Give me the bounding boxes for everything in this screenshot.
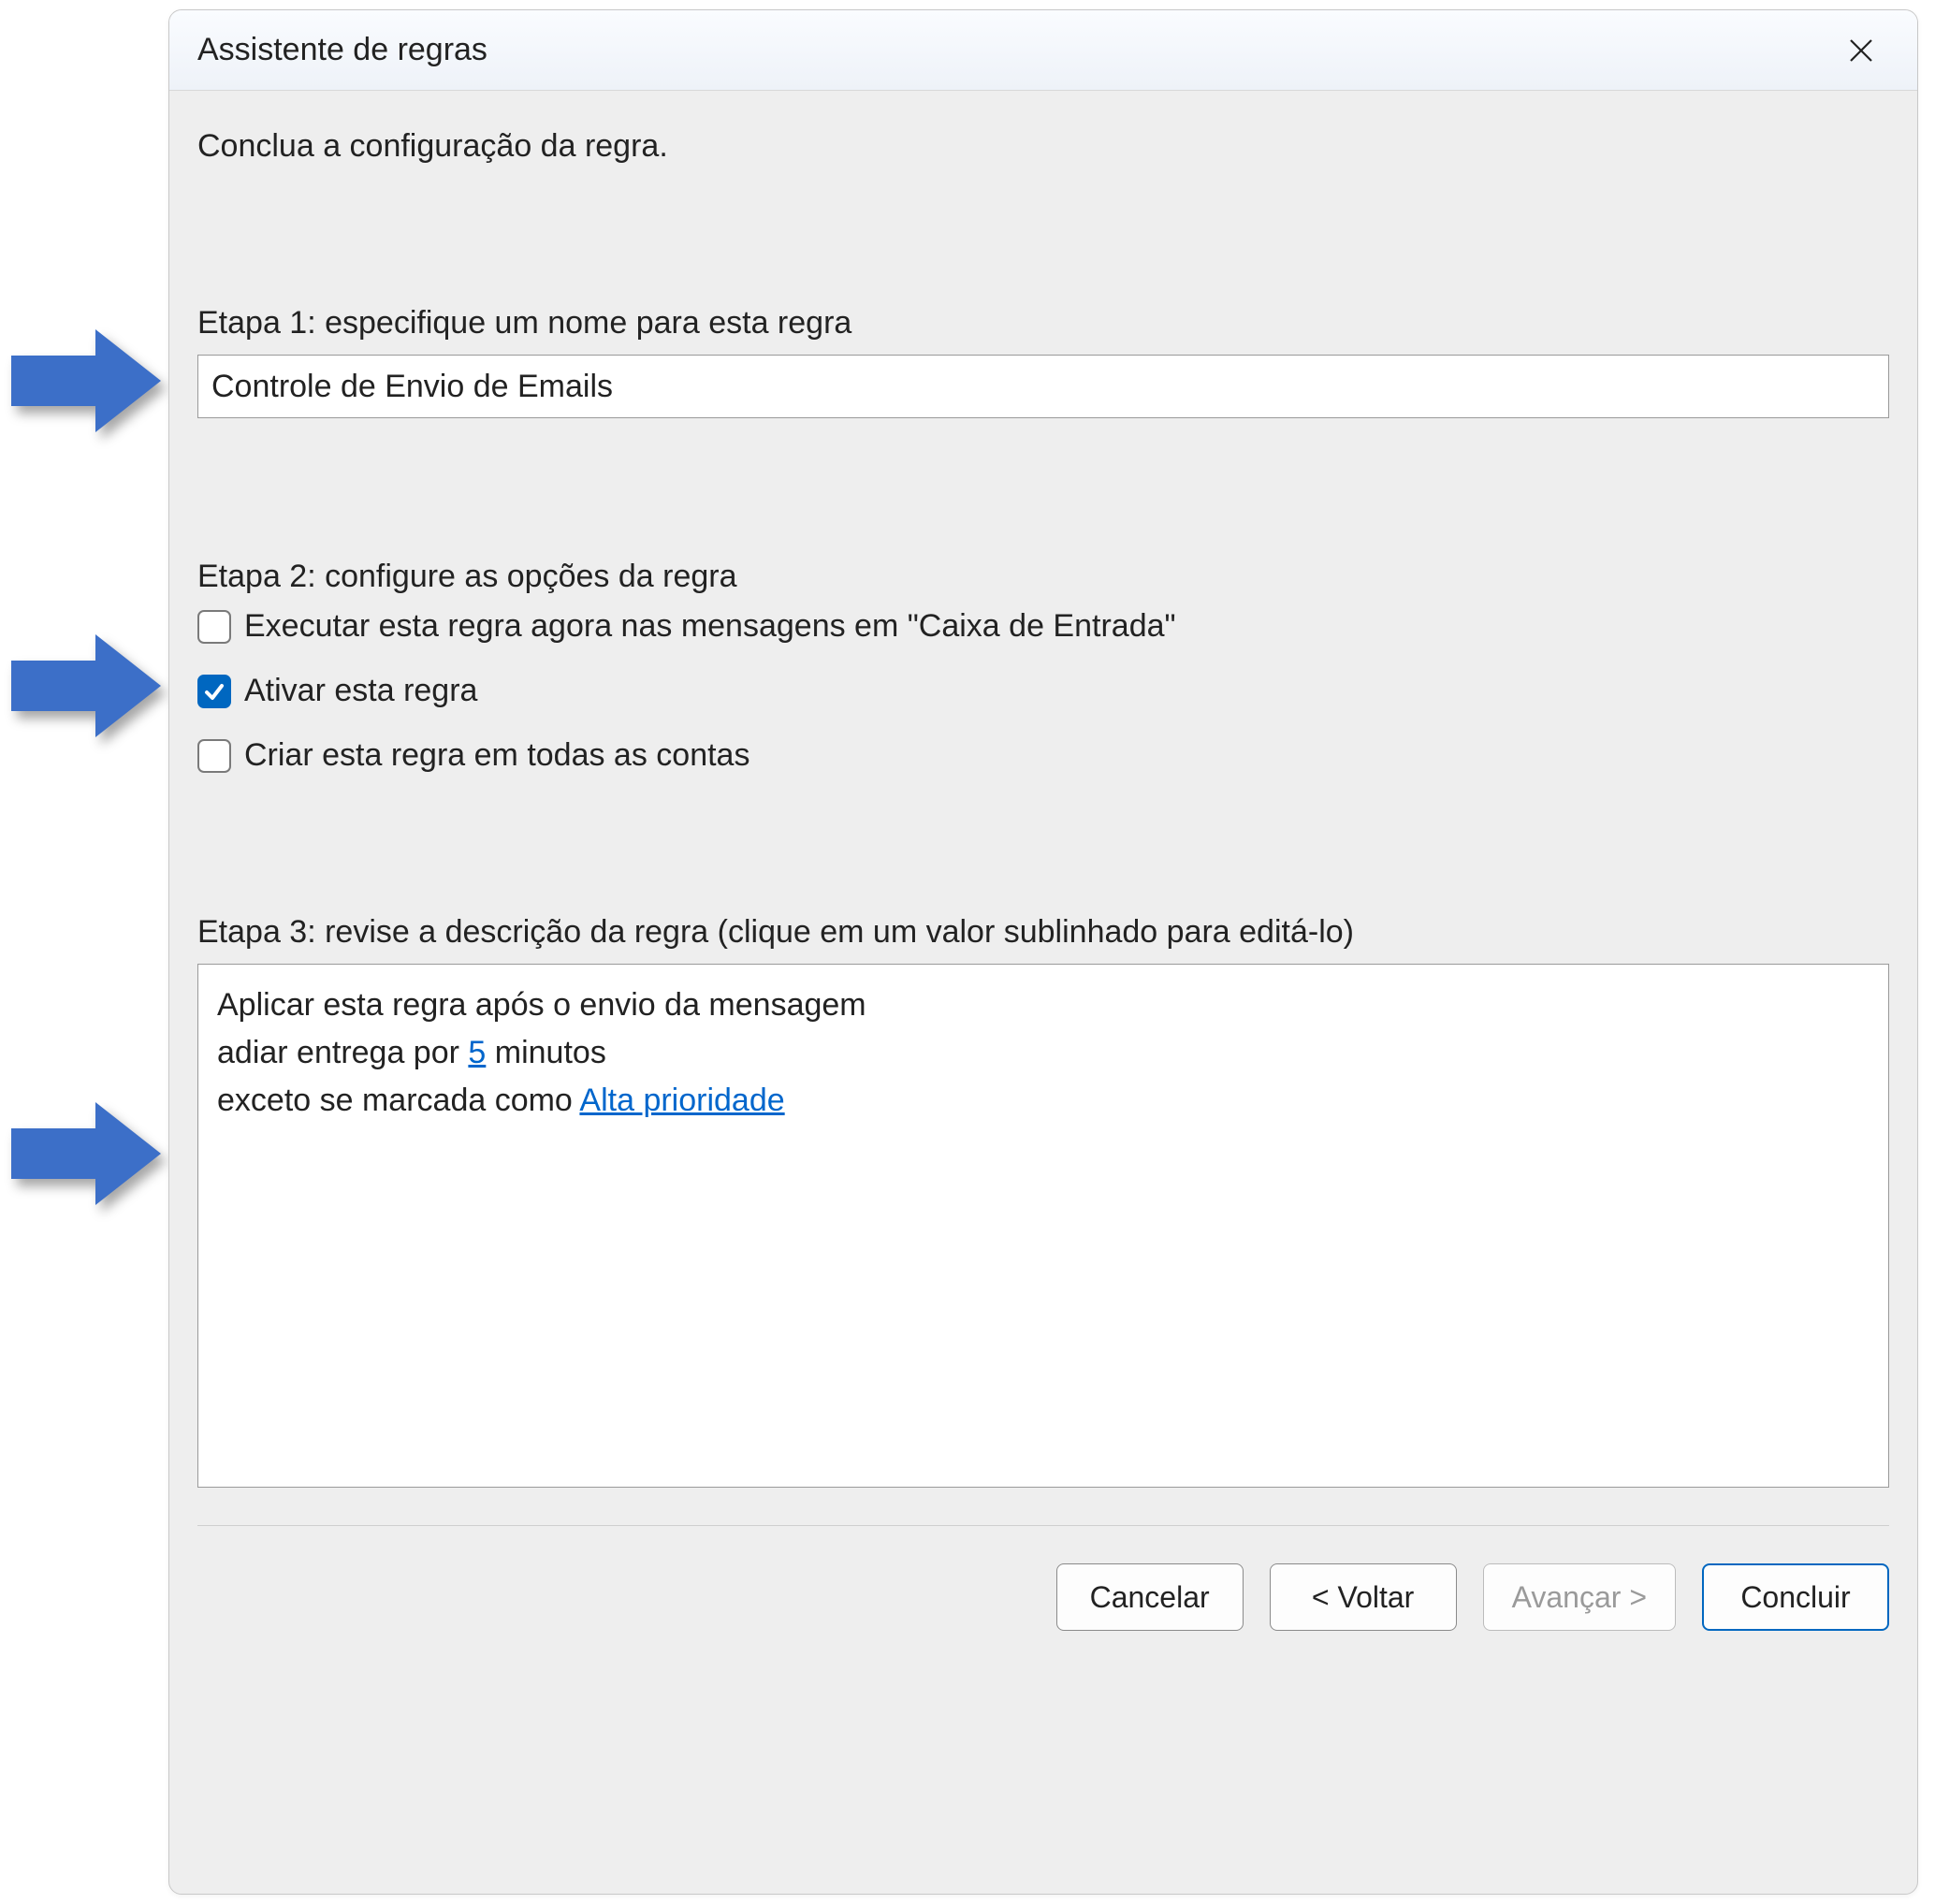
cancel-button[interactable]: Cancelar [1056,1563,1244,1631]
checkbox-all-accounts-label: Criar esta regra em todas as contas [244,737,749,774]
rules-wizard-dialog: Assistente de regras Conclua a configura… [168,9,1918,1895]
desc-line3-prefix: exceto se marcada como [217,1083,579,1118]
callout-arrow-step1 [11,329,161,432]
close-icon [1848,37,1874,64]
step3-label: Etapa 3: revise a descrição da regra (cl… [197,914,1889,951]
back-button[interactable]: < Voltar [1270,1563,1457,1631]
finish-button[interactable]: Concluir [1702,1563,1889,1631]
checkbox-all-accounts[interactable] [197,739,231,773]
desc-line-1: Aplicar esta regra após o envio da mensa… [217,981,1870,1029]
rule-description-box: Aplicar esta regra após o envio da mensa… [197,964,1889,1488]
checkbox-row-enable[interactable]: Ativar esta regra [197,673,1889,709]
delay-minutes-link[interactable]: 5 [468,1035,486,1070]
desc-line2-prefix: adiar entrega por [217,1035,468,1070]
checkbox-row-run-now[interactable]: Executar esta regra agora nas mensagens … [197,608,1889,645]
desc-line-2: adiar entrega por 5 minutos [217,1029,1870,1077]
dialog-body: Conclua a configuração da regra. Etapa 1… [169,91,1917,1526]
checkbox-run-now-label: Executar esta regra agora nas mensagens … [244,608,1176,645]
dialog-footer: Cancelar < Voltar Avançar > Concluir [169,1526,1917,1668]
checkbox-enable[interactable] [197,675,231,708]
desc-line-3: exceto se marcada como Alta prioridade [217,1077,1870,1125]
next-button: Avançar > [1483,1563,1676,1631]
callout-arrow-step2 [11,634,161,737]
desc-line2-suffix: minutos [486,1035,606,1070]
checkbox-enable-label: Ativar esta regra [244,673,477,709]
step1-label: Etapa 1: especifique um nome para esta r… [197,305,1889,342]
titlebar: Assistente de regras [169,10,1917,91]
checkbox-run-now[interactable] [197,610,231,644]
instruction-text: Conclua a configuração da regra. [197,128,1889,165]
callout-arrow-step3 [11,1102,161,1205]
checkbox-row-all-accounts[interactable]: Criar esta regra em todas as contas [197,737,1889,774]
rule-name-input[interactable] [197,355,1889,418]
step2-label: Etapa 2: configure as opções da regra [197,559,1889,595]
close-button[interactable] [1833,22,1889,79]
dialog-title: Assistente de regras [197,32,487,68]
priority-link[interactable]: Alta prioridade [579,1083,784,1118]
